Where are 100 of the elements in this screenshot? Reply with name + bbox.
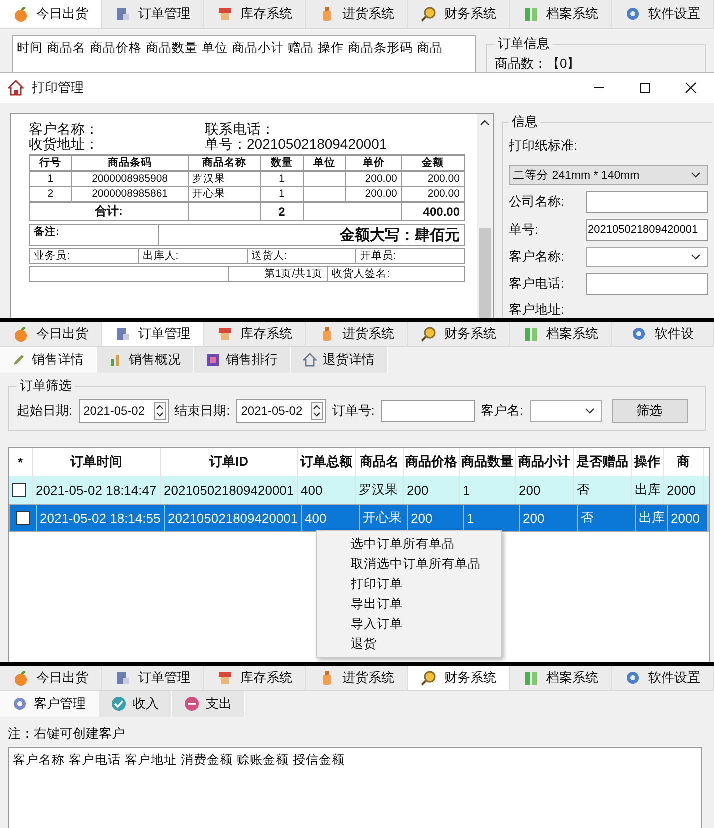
tab[interactable]: 客户管理 [0, 691, 99, 717]
dropdown[interactable] [530, 400, 602, 422]
dropdown[interactable] [586, 247, 708, 267]
tab[interactable]: 档案系统 [510, 666, 612, 690]
table-cell: 合计: [30, 202, 188, 220]
menu-item[interactable]: 导出订单 [317, 594, 501, 614]
tab[interactable]: 财务系统 [408, 322, 510, 346]
magnifier-icon [420, 670, 436, 686]
column-header: 操作 [317, 40, 345, 57]
table-cell: 2021-05-02 18:14:55 [37, 505, 165, 531]
group-title: 订单筛选 [19, 377, 73, 395]
table-cell: 200 [520, 505, 578, 531]
date-field[interactable]: 2021-05-02 [236, 399, 326, 423]
table-cell: 第1页/共1页 [228, 266, 328, 282]
column-header: 商品名 [46, 40, 87, 57]
house-icon [8, 80, 24, 96]
input-field[interactable] [380, 400, 475, 422]
gear-icon [631, 326, 647, 342]
tab[interactable]: 销售概况 [97, 347, 194, 373]
tab[interactable]: 进货系统 [306, 0, 408, 28]
input-field[interactable] [586, 191, 708, 213]
column-header: 数量 [260, 155, 304, 171]
menu-item[interactable]: 取消选中订单所有单品 [317, 554, 501, 574]
tab[interactable]: 销售详情 [0, 347, 97, 373]
document-icon [114, 670, 130, 686]
menu-item[interactable]: 导入订单 [317, 614, 501, 634]
column-header: 时间 [16, 40, 44, 57]
tab[interactable]: 软件设置 [612, 0, 714, 28]
tab[interactable]: 财务系统 [408, 0, 510, 28]
tab[interactable]: 库存系统 [204, 0, 306, 28]
column-header: 金额 [402, 155, 464, 171]
tab[interactable]: 今日出货 [0, 666, 102, 690]
apple-icon [12, 670, 28, 686]
tab[interactable]: 订单管理 [102, 322, 204, 346]
tab[interactable]: 支出 [172, 691, 245, 717]
filter-button[interactable]: 筛选 [612, 399, 688, 423]
row-checkbox[interactable] [16, 511, 30, 525]
field-label: 起始日期: [17, 402, 73, 420]
scrollbar[interactable] [477, 114, 493, 318]
close-icon [685, 82, 697, 94]
tab[interactable]: 退货详情 [291, 347, 388, 373]
tab[interactable]: 财务系统 [408, 666, 510, 690]
tab[interactable]: 档案系统 [510, 322, 612, 346]
table-cell: 罗汉果 [188, 171, 261, 186]
tab[interactable]: 软件设置 [612, 666, 714, 690]
tab[interactable]: 今日出货 [0, 322, 102, 346]
table-cell: 出库人: [138, 248, 247, 264]
tab[interactable]: 进货系统 [306, 322, 408, 346]
column-header: 单位 [201, 40, 229, 57]
spinner-icon [311, 402, 324, 420]
tab[interactable]: 进货系统 [306, 666, 408, 690]
table-cell: 否 [578, 505, 636, 531]
tab[interactable]: 收入 [99, 691, 172, 717]
tab[interactable]: 库存系统 [204, 322, 306, 346]
binder-icon [522, 6, 538, 22]
column-header: 单价 [346, 155, 402, 171]
shop-icon [216, 670, 232, 686]
column-header: 商品价格 [89, 40, 143, 57]
field-label: 客户地址: [509, 301, 566, 318]
column-header: 商品条形码 [347, 40, 414, 57]
table-cell: 收货人签名: [328, 266, 464, 282]
menu-item[interactable]: 打印订单 [317, 574, 501, 594]
grid-row[interactable]: 2021-05-02 18:14:47 202105021809420001 400 罗汉果 200 1 200 否 出库 2000 [9, 476, 709, 504]
tab[interactable]: 订单管理 [102, 666, 204, 690]
pencil-icon [12, 353, 26, 367]
column-header: 商品名称 [188, 155, 261, 171]
tab[interactable]: 软件设 [612, 322, 714, 346]
field-label: 公司名称: [509, 193, 565, 211]
note-text: 注：右键可创建客户 [7, 725, 126, 743]
binder-icon [522, 326, 538, 342]
menu-item[interactable]: 选中订单所有单品 [317, 534, 501, 554]
row-checkbox[interactable] [12, 483, 26, 497]
tab[interactable]: 档案系统 [510, 0, 612, 28]
table-cell: 开单员: [356, 248, 464, 264]
caret-icon [691, 172, 701, 178]
table-cell: 202105021809420001 [165, 505, 302, 531]
window-title: 打印管理 [32, 79, 84, 97]
date-field[interactable]: 2021-05-02 [78, 399, 169, 423]
table-cell: 2000 [668, 505, 708, 531]
table-cell: 1 [30, 171, 72, 186]
menu-item[interactable]: 退货 [317, 634, 501, 654]
field-label: 打印纸标准: [509, 137, 579, 155]
tab[interactable]: 订单管理 [102, 0, 204, 28]
tab[interactable]: 库存系统 [204, 666, 306, 690]
input-field[interactable] [586, 273, 708, 295]
table-cell: 送货人: [247, 248, 356, 264]
dropdown[interactable]: 二等分 241mm * 140mm [509, 165, 708, 185]
grid-row[interactable]: 2021-05-02 18:14:55 202105021809420001 400 开心果 200 1 200 否 出库 2000 [9, 504, 709, 532]
caret-icon [691, 254, 701, 260]
binder-icon [522, 670, 538, 686]
receipt-label: 客户名称： [29, 122, 100, 137]
table-cell: 出库 [636, 505, 668, 531]
tab[interactable]: 销售排行 [194, 347, 291, 373]
column-header: 客户地址 [124, 752, 178, 769]
input-field[interactable]: 202105021809420001 [586, 219, 708, 241]
table-cell: 200.00 [346, 171, 402, 186]
field-label: 客户名: [480, 402, 524, 420]
tab[interactable]: 今日出货 [0, 0, 102, 28]
field-label: 单号: [509, 221, 539, 239]
field-label: 结束日期: [174, 402, 230, 420]
